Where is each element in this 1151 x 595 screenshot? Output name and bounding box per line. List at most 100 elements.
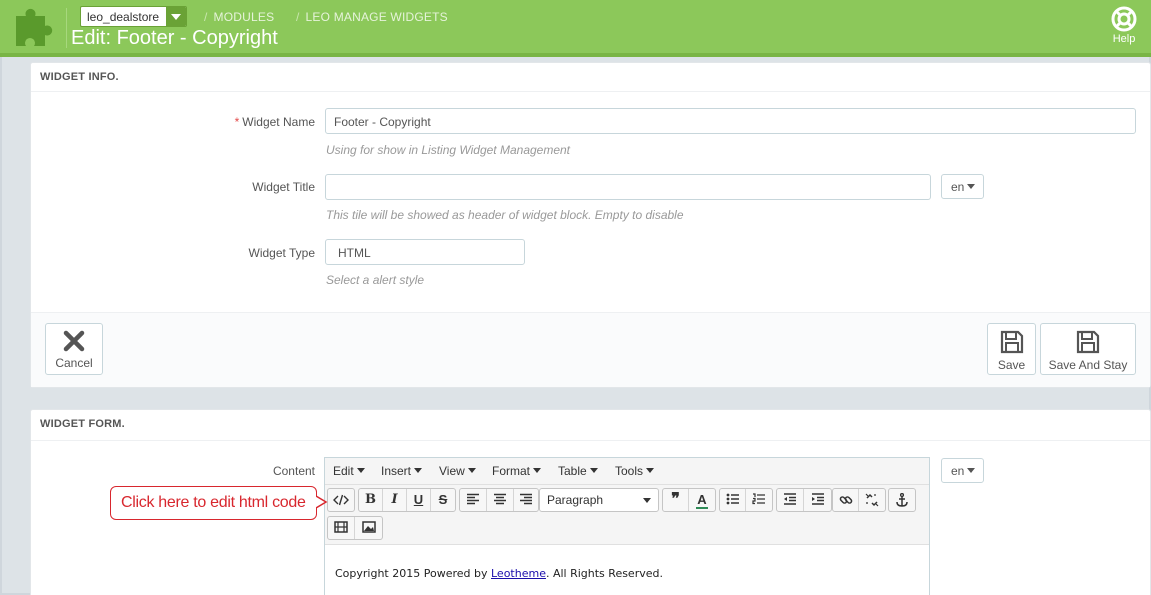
floppy-disk-icon (1076, 330, 1100, 354)
text-color-icon: A (696, 492, 708, 509)
bullet-list-icon (726, 493, 739, 505)
editor-content-area[interactable]: Copyright 2015 Powered by Leotheme. All … (325, 546, 929, 595)
save-and-stay-button[interactable]: Save And Stay (1040, 323, 1136, 375)
help-button[interactable]: Help (1109, 6, 1139, 45)
align-left-icon (467, 493, 479, 505)
outdent-button[interactable] (777, 489, 804, 511)
menu-edit[interactable]: Edit (333, 464, 365, 478)
numbered-list-button[interactable] (746, 489, 772, 511)
insert-link-button[interactable] (833, 489, 859, 511)
bold-button[interactable]: B (359, 489, 383, 511)
save-button[interactable]: Save (987, 323, 1036, 375)
insert-image-button[interactable] (355, 517, 382, 539)
align-right-button[interactable] (514, 489, 538, 511)
alignment-group (459, 488, 539, 512)
page-title: Edit: Footer - Copyright (71, 27, 278, 49)
indent-icon (811, 493, 824, 505)
quote-color-group: ❞ A (662, 488, 716, 512)
underline-icon: U (413, 492, 424, 507)
italic-button[interactable]: I (383, 489, 407, 511)
breadcrumb-leo-manage-widgets[interactable]: / LEO MANAGE WIDGETS (296, 10, 448, 24)
code-icon (333, 494, 349, 506)
widget-title-input[interactable] (325, 174, 931, 200)
caret-down-icon (414, 468, 423, 473)
widget-title-hint: This tile will be showed as header of wi… (326, 208, 684, 222)
text-color-button[interactable]: A (689, 489, 715, 511)
text-style-group: B I U S (358, 488, 456, 512)
unlink-icon (865, 493, 879, 507)
media-group (327, 516, 383, 540)
anchor-icon (896, 492, 908, 507)
anchor-group (888, 488, 916, 512)
image-icon (361, 521, 376, 533)
source-code-button[interactable] (328, 489, 354, 511)
caret-down-icon (589, 468, 598, 473)
numbered-list-icon (752, 493, 765, 505)
shop-selector-value: leo_dealstore (87, 10, 160, 24)
help-label: Help (1112, 33, 1136, 45)
widget-title-language-button[interactable]: en (941, 174, 984, 199)
film-icon (334, 521, 348, 533)
widget-form-header: WIDGET FORM. (31, 410, 1150, 441)
bullet-list-button[interactable] (720, 489, 746, 511)
editor-toolbar: B I U S Paragraph ❞ A (325, 485, 929, 545)
widget-info-footer: Cancel Save Save And Stay (31, 312, 1150, 387)
puzzle-icon (16, 8, 53, 47)
link-group (832, 488, 886, 512)
source-code-group (327, 488, 355, 512)
menu-view[interactable]: View (439, 464, 476, 478)
cancel-button[interactable]: Cancel (45, 323, 103, 375)
breadcrumb-modules[interactable]: / MODULES (204, 10, 274, 24)
widget-info-panel: WIDGET INFO. * Widget Name Footer - Copyr… (30, 62, 1151, 388)
align-right-icon (520, 493, 532, 505)
align-center-button[interactable] (487, 489, 514, 511)
callout-arrow-icon (316, 495, 328, 509)
underline-button[interactable]: U (407, 489, 431, 511)
format-select[interactable]: Paragraph (539, 488, 659, 512)
shop-selector[interactable]: leo_dealstore (80, 6, 187, 27)
menu-format[interactable]: Format (492, 464, 542, 478)
caret-down-icon (967, 184, 976, 189)
menu-insert[interactable]: Insert (381, 464, 423, 478)
indent-button[interactable] (804, 489, 831, 511)
caret-down-icon (646, 468, 655, 473)
insert-video-button[interactable] (328, 517, 355, 539)
menu-table[interactable]: Table (558, 464, 598, 478)
strikethrough-button[interactable]: S (431, 489, 455, 511)
remove-link-button[interactable] (859, 489, 885, 511)
anchor-button[interactable] (889, 489, 915, 511)
italic-icon: I (391, 492, 398, 507)
widget-title-label: Widget Title (252, 180, 315, 194)
menu-tools[interactable]: Tools (615, 464, 655, 478)
quote-icon: ❞ (671, 491, 680, 508)
caret-down-icon (643, 498, 651, 503)
widget-type-hint: Select a alert style (326, 273, 425, 287)
floppy-disk-icon (1000, 330, 1023, 354)
widget-name-hint: Using for show in Listing Widget Managem… (326, 143, 571, 157)
lifebuoy-icon (1111, 6, 1137, 32)
annotation-callout: Click here to edit html code (110, 486, 317, 520)
chevron-down-icon[interactable] (166, 7, 186, 26)
widget-name-input[interactable]: Footer - Copyright (325, 108, 1136, 134)
widget-name-label: * Widget Name (234, 115, 315, 129)
format-select-value: Paragraph (547, 493, 604, 507)
leotheme-link[interactable]: Leotheme (491, 567, 546, 580)
caret-down-icon (356, 468, 365, 473)
link-icon (839, 496, 852, 504)
header-separator (66, 8, 67, 48)
blockquote-button[interactable]: ❞ (663, 489, 689, 511)
align-left-button[interactable] (460, 489, 487, 511)
strikethrough-icon: S (438, 492, 448, 507)
editor-content-text: Copyright 2015 Powered by Leotheme. All … (335, 567, 663, 580)
content-label: Content (272, 464, 315, 478)
caret-down-icon (533, 468, 542, 473)
caret-down-icon (967, 468, 976, 473)
content-language-button[interactable]: en (941, 458, 984, 483)
indent-group (776, 488, 832, 512)
widget-type-select[interactable]: HTML (325, 239, 525, 265)
top-header: leo_dealstore / MODULES / LEO MANAGE WIDGE… (0, 0, 1151, 57)
close-icon (63, 330, 85, 352)
caret-down-icon (467, 468, 476, 473)
align-center-icon (494, 493, 506, 505)
rich-text-editor: Edit Insert View Format Table Tools B I … (324, 457, 930, 595)
